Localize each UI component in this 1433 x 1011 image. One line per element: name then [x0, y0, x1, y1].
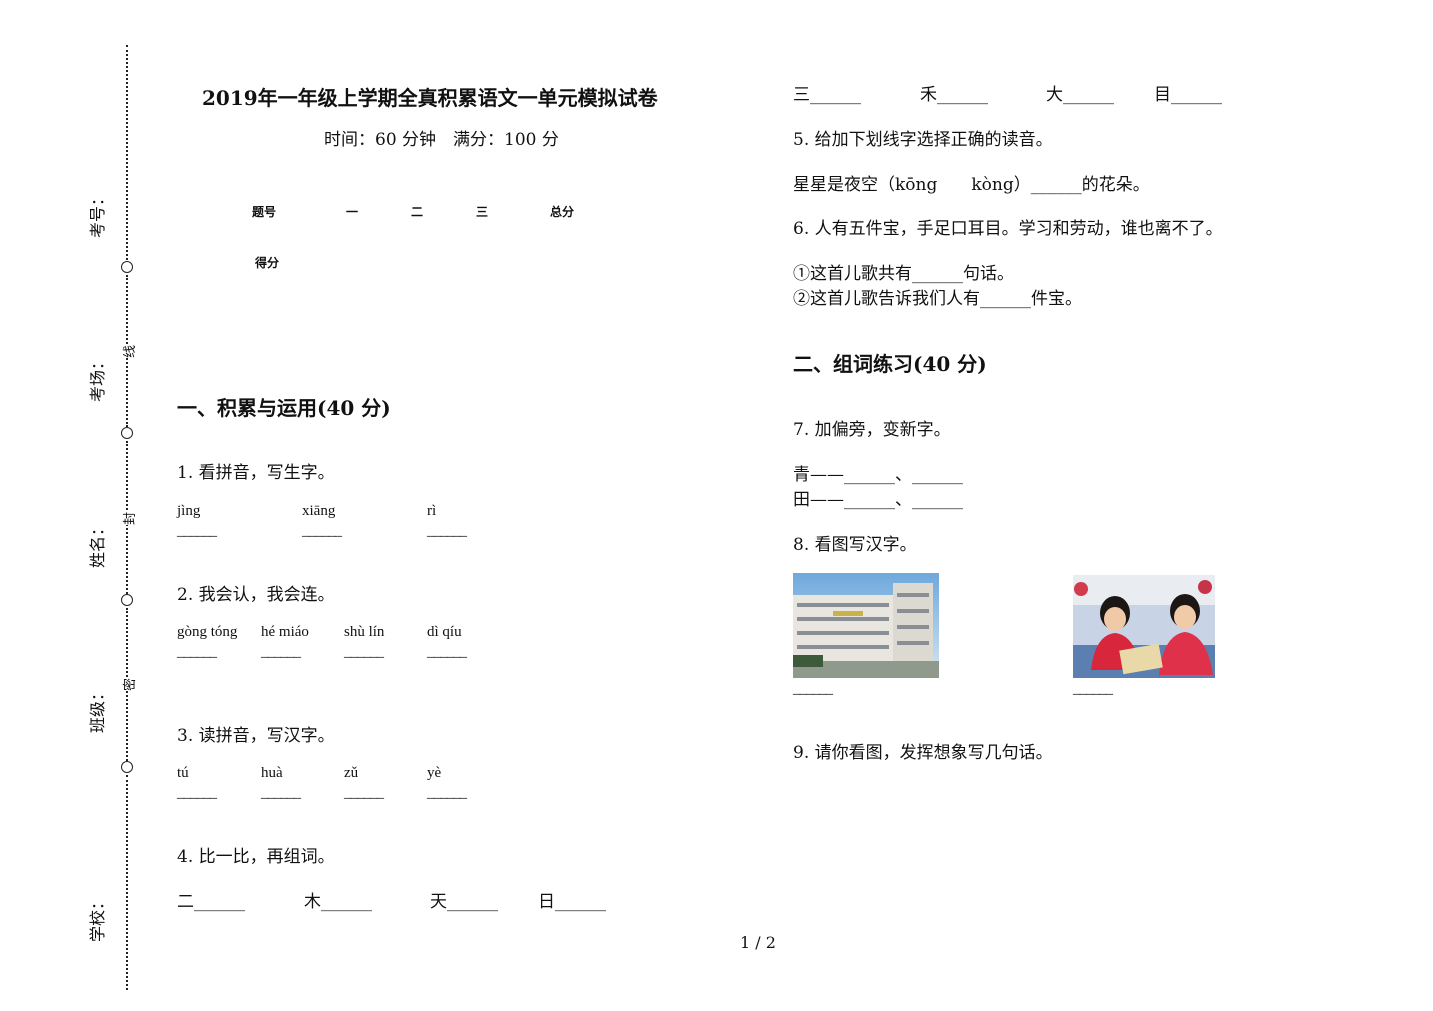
compare-word[interactable]: 天______ — [430, 887, 498, 912]
section-heading-1: 一、积累与运用(40 分) — [177, 396, 391, 420]
answer-blank[interactable]: ______ — [427, 785, 467, 802]
answer-blank[interactable]: ______ — [261, 785, 301, 802]
compare-word[interactable]: 三______ — [793, 80, 861, 105]
answer-blank[interactable]: ______ — [177, 523, 217, 540]
margin-seal-xian: 线 — [119, 344, 139, 359]
score-table-header: 总分 — [550, 205, 575, 219]
compare-word[interactable]: 大______ — [1046, 80, 1114, 105]
compare-word[interactable]: 二______ — [177, 887, 245, 912]
answer-blank[interactable]: ______ — [344, 644, 384, 661]
compare-word[interactable]: 日______ — [538, 887, 606, 912]
question-7: 7. 加偏旁，变新字。 — [793, 420, 951, 440]
pinyin-item: tú — [177, 765, 189, 781]
dotted-line — [126, 775, 128, 990]
answer-blank[interactable]: ______ — [261, 644, 301, 661]
q6-line-1[interactable]: ①这首儿歌共有______句话。 — [793, 259, 1014, 284]
question-9: 9. 请你看图，发挥想象写几句话。 — [793, 743, 1053, 763]
score-table-header: 一 — [346, 205, 359, 219]
page-number: 1 / 2 — [740, 933, 776, 952]
pinyin-item: xiāng — [302, 503, 336, 519]
pinyin-item: hé miáo — [261, 624, 309, 640]
answer-blank[interactable]: ______ — [427, 523, 467, 540]
exam-info: 时间：60 分钟 满分：100 分 — [324, 130, 559, 150]
label-school: 学校： — [88, 893, 108, 943]
q6-line-2[interactable]: ②这首儿歌告诉我们人有______件宝。 — [793, 284, 1082, 309]
page-title: 2019年一年级上学期全真积累语文一单元模拟试卷 — [202, 86, 658, 110]
q7-line-2[interactable]: 田——______、______ — [793, 485, 963, 510]
answer-blank[interactable]: ______ — [1073, 681, 1113, 698]
punch-circle — [121, 427, 133, 439]
score-table-header: 题号 — [252, 205, 277, 219]
answer-blank[interactable]: ______ — [177, 644, 217, 661]
section-heading-2: 二、组词练习(40 分) — [793, 352, 987, 376]
question-3: 3. 读拼音，写汉字。 — [177, 726, 335, 746]
children-reading-image — [1073, 575, 1215, 678]
q7-line-1[interactable]: 青——______、______ — [793, 460, 963, 485]
q5-sentence[interactable]: 星星是夜空（kōng kòng）______的花朵。 — [793, 170, 1150, 195]
punch-circle — [121, 261, 133, 273]
question-6: 6. 人有五件宝，手足口耳目。学习和劳动，谁也离不了。 — [793, 219, 1223, 239]
answer-blank[interactable]: ______ — [177, 785, 217, 802]
punch-circle — [121, 761, 133, 773]
margin-seal-mi: 密 — [119, 677, 139, 692]
answer-blank[interactable]: ______ — [344, 785, 384, 802]
question-8: 8. 看图写汉字。 — [793, 535, 917, 555]
score-row-label: 得分 — [255, 256, 280, 270]
compare-word[interactable]: 禾______ — [920, 80, 988, 105]
pinyin-item: jìng — [177, 503, 201, 519]
answer-blank[interactable]: ______ — [793, 681, 833, 698]
score-table-header: 二 — [411, 205, 424, 219]
pinyin-item: huà — [261, 765, 283, 781]
compare-word[interactable]: 木______ — [304, 887, 372, 912]
label-exam-number: 考号： — [88, 189, 108, 239]
pinyin-item: gòng tóng — [177, 624, 238, 640]
punch-circle — [121, 594, 133, 606]
answer-blank[interactable]: ______ — [302, 523, 342, 540]
pinyin-item: zǔ — [344, 765, 359, 781]
question-1: 1. 看拼音，写生字。 — [177, 463, 335, 483]
label-class: 班级： — [88, 684, 108, 734]
school-building-image — [793, 573, 939, 678]
margin-seal-feng: 封 — [119, 511, 139, 526]
question-5: 5. 给加下划线字选择正确的读音。 — [793, 130, 1053, 150]
answer-blank[interactable]: ______ — [427, 644, 467, 661]
dotted-line — [126, 45, 128, 260]
pinyin-item: shù lín — [344, 624, 385, 640]
pinyin-item: yè — [427, 765, 442, 781]
score-table-header: 三 — [476, 205, 489, 219]
pinyin-item: rì — [427, 503, 437, 519]
pinyin-item: dì qíu — [427, 624, 462, 640]
label-name: 姓名： — [88, 519, 108, 569]
label-exam-room: 考场： — [88, 353, 108, 403]
question-4: 4. 比一比，再组词。 — [177, 847, 335, 867]
question-2: 2. 我会认，我会连。 — [177, 585, 335, 605]
compare-word[interactable]: 目______ — [1154, 80, 1222, 105]
